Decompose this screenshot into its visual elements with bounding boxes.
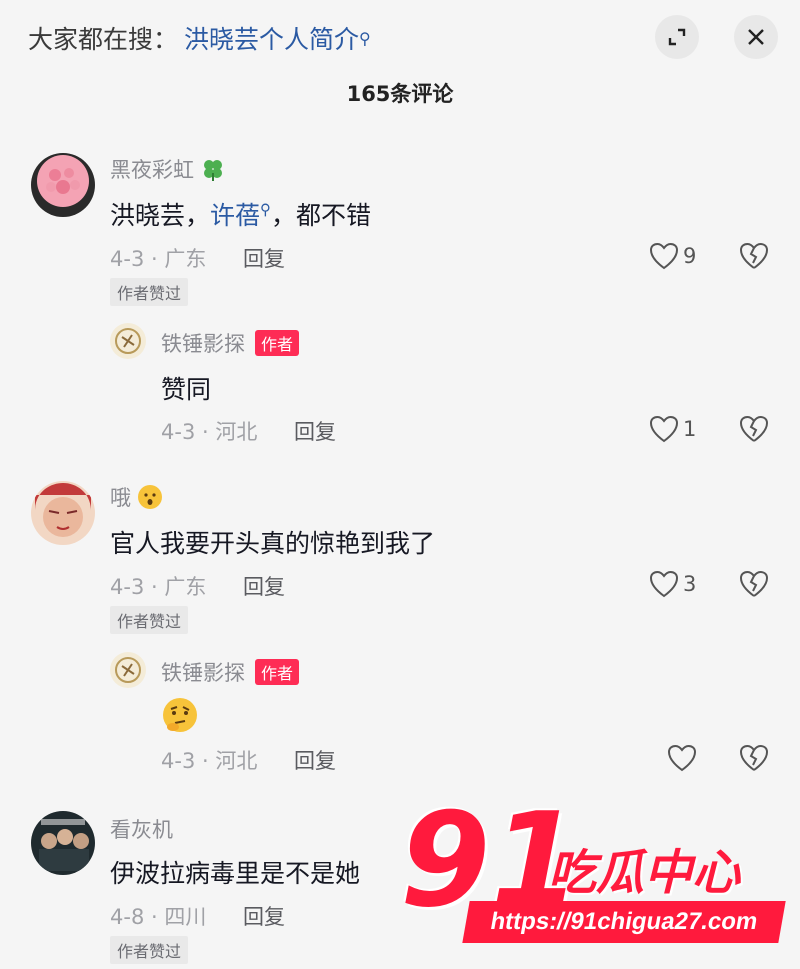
reply-username[interactable]: 铁锤影探 作者 <box>161 328 300 358</box>
comment-username[interactable]: 黑夜彩虹 <box>110 154 226 184</box>
watermark-name: 吃瓜中心 <box>548 845 741 901</box>
heart-icon <box>667 744 697 772</box>
broken-heart-icon <box>739 744 769 771</box>
author-liked-tag: 作者赞过 <box>110 278 189 306</box>
reply-button[interactable]: 回复 <box>243 243 285 273</box>
avatar[interactable] <box>110 652 146 688</box>
broken-heart-icon <box>739 242 769 269</box>
thinking-face-icon <box>163 698 197 732</box>
reply-button[interactable]: 回复 <box>294 416 336 446</box>
reply-text: 赞同 <box>161 375 212 404</box>
reply-button[interactable]: 回复 <box>243 571 285 601</box>
like-count: 3 <box>683 572 697 596</box>
like-button[interactable]: 9 <box>649 242 696 270</box>
comment-text: 洪晓芸，许蓓⚲，都不错 <box>110 200 372 230</box>
search-suggestion[interactable]: 大家都在搜： 洪晓芸个人简介 ⚲ <box>28 18 371 58</box>
reply-date-location: 4-3 · 河北 <box>161 420 258 444</box>
heart-icon <box>649 242 679 270</box>
reply-button[interactable]: 回复 <box>294 745 336 775</box>
comment-username[interactable]: 哦 <box>110 482 163 512</box>
comment-text: 官人我要开头真的惊艳到我了 <box>110 529 436 558</box>
reply-username[interactable]: 铁锤影探 作者 <box>161 657 300 687</box>
expand-icon <box>668 28 686 46</box>
dislike-button[interactable] <box>739 242 769 274</box>
comment-count: 165条评论 <box>346 82 454 106</box>
close-button[interactable] <box>734 15 778 59</box>
like-count: 9 <box>683 244 697 268</box>
like-button[interactable]: 1 <box>649 415 696 443</box>
search-icon: ⚲ <box>260 200 272 219</box>
avatar[interactable] <box>31 481 95 545</box>
like-count: 1 <box>683 417 697 441</box>
broken-heart-icon <box>739 415 769 442</box>
reply-button[interactable]: 回复 <box>243 901 285 931</box>
comment-item: 哦 官人我要开头真的惊艳到我了 4-3 · 广东 回复 3 作者赞过 铁锤影探 … <box>0 478 800 798</box>
comment-text: 伊波拉病毒里是不是她 <box>110 859 361 888</box>
watermark-url: https://91chigua27.com <box>462 901 786 943</box>
author-badge: 作者 <box>255 330 300 356</box>
reply-emoji <box>161 696 199 740</box>
dislike-button[interactable] <box>739 415 769 447</box>
avatar[interactable] <box>31 811 95 875</box>
expand-button[interactable] <box>655 15 699 59</box>
close-icon <box>748 29 764 45</box>
avatar[interactable] <box>110 323 146 359</box>
search-query-link[interactable]: 洪晓芸个人简介 <box>184 20 359 56</box>
comment-item: 黑夜彩虹 洪晓芸，许蓓⚲，都不错 4-3 · 广东 回复 9 作者赞过 铁锤影探… <box>0 150 800 470</box>
comment-date-location: 4-8 · 四川 <box>110 905 207 929</box>
author-badge: 作者 <box>255 659 300 685</box>
heart-icon <box>649 570 679 598</box>
comment-date-location: 4-3 · 广东 <box>110 247 207 271</box>
heart-icon <box>649 415 679 443</box>
broken-heart-icon <box>739 570 769 597</box>
dislike-button[interactable] <box>739 744 769 776</box>
dislike-button[interactable] <box>739 570 769 602</box>
search-prefix: 大家都在搜： <box>28 25 179 54</box>
comment-username[interactable]: 看灰机 <box>110 814 173 844</box>
keyword-link[interactable]: 许蓓 <box>210 201 260 230</box>
author-liked-tag: 作者赞过 <box>110 606 189 634</box>
like-button[interactable]: 3 <box>649 570 696 598</box>
comment-date-location: 4-3 · 广东 <box>110 575 207 599</box>
watermark-logo: 91 吃瓜中心 https://91chigua27.com <box>400 795 790 955</box>
reply-date-location: 4-3 · 河北 <box>161 749 258 773</box>
like-button[interactable] <box>667 744 697 772</box>
author-liked-tag: 作者赞过 <box>110 936 189 964</box>
avatar[interactable] <box>31 153 95 217</box>
clover-icon <box>200 156 226 182</box>
surprised-face-icon <box>137 484 163 510</box>
search-icon: ⚲ <box>359 28 371 48</box>
